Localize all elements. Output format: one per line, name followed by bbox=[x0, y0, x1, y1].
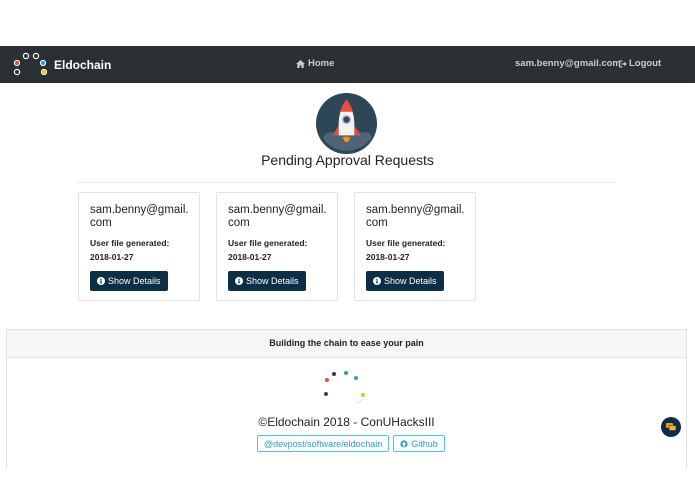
card-date: 2018-01-27 bbox=[228, 252, 272, 262]
brand-name: Eldochain bbox=[54, 57, 112, 72]
section-divider bbox=[78, 182, 616, 183]
request-card: sam.benny@gmail.com User file generated:… bbox=[216, 192, 338, 301]
card-email: sam.benny@gmail.com bbox=[90, 204, 189, 229]
brand-link[interactable]: Eldochain bbox=[12, 52, 111, 77]
eldochain-footer-logo-icon bbox=[324, 371, 365, 404]
devpost-link[interactable]: @devpost/software/eldochain bbox=[257, 435, 390, 452]
card-file-label: User file generated: bbox=[366, 238, 446, 248]
show-details-button[interactable]: Show Details bbox=[90, 271, 168, 291]
chat-widget-button[interactable] bbox=[661, 417, 681, 437]
info-icon bbox=[97, 277, 105, 285]
request-card: sam.benny@gmail.com User file generated:… bbox=[354, 192, 476, 301]
home-icon bbox=[296, 59, 305, 68]
github-link-label: Github bbox=[411, 438, 438, 449]
card-date: 2018-01-27 bbox=[366, 252, 410, 262]
footer-panel: Building the chain to ease your pain ©El… bbox=[6, 329, 687, 469]
devpost-link-label: @devpost/software/eldochain bbox=[264, 438, 383, 449]
nav-logout-link[interactable]: Logout bbox=[618, 58, 661, 69]
card-file-label: User file generated: bbox=[90, 238, 170, 248]
card-date: 2018-01-27 bbox=[90, 252, 134, 262]
github-link[interactable]: Github bbox=[393, 435, 445, 452]
logout-icon bbox=[618, 59, 627, 68]
copyright-text: ©Eldochain 2018 - ConUHacksIII bbox=[258, 415, 435, 429]
rocket-icon bbox=[315, 92, 378, 155]
card-email: sam.benny@gmail.com bbox=[366, 204, 465, 229]
show-details-label: Show Details bbox=[246, 276, 299, 286]
eldochain-logo-icon bbox=[13, 52, 48, 76]
page-title: Pending Approval Requests bbox=[261, 152, 434, 168]
github-icon bbox=[400, 439, 408, 448]
footer-links: @devpost/software/eldochain Github bbox=[257, 435, 445, 452]
show-details-button[interactable]: Show Details bbox=[228, 271, 306, 291]
show-details-label: Show Details bbox=[384, 276, 437, 286]
card-email: sam.benny@gmail.com bbox=[228, 204, 327, 229]
info-icon bbox=[235, 277, 243, 285]
nav-home-label: Home bbox=[308, 58, 335, 69]
show-details-label: Show Details bbox=[108, 276, 161, 286]
request-card: sam.benny@gmail.com User file generated:… bbox=[78, 192, 200, 301]
nav-user-email[interactable]: sam.benny@gmail.com bbox=[515, 58, 621, 69]
footer-tagline: Building the chain to ease your pain bbox=[7, 330, 686, 358]
top-navbar: Eldochain Home sam.benny@gmail.com Logou… bbox=[0, 46, 695, 83]
info-icon bbox=[373, 277, 381, 285]
show-details-button[interactable]: Show Details bbox=[366, 271, 444, 291]
nav-home-link[interactable]: Home bbox=[296, 58, 334, 69]
nav-logout-label: Logout bbox=[629, 58, 662, 69]
card-file-label: User file generated: bbox=[228, 238, 308, 248]
chat-icon bbox=[666, 423, 677, 431]
